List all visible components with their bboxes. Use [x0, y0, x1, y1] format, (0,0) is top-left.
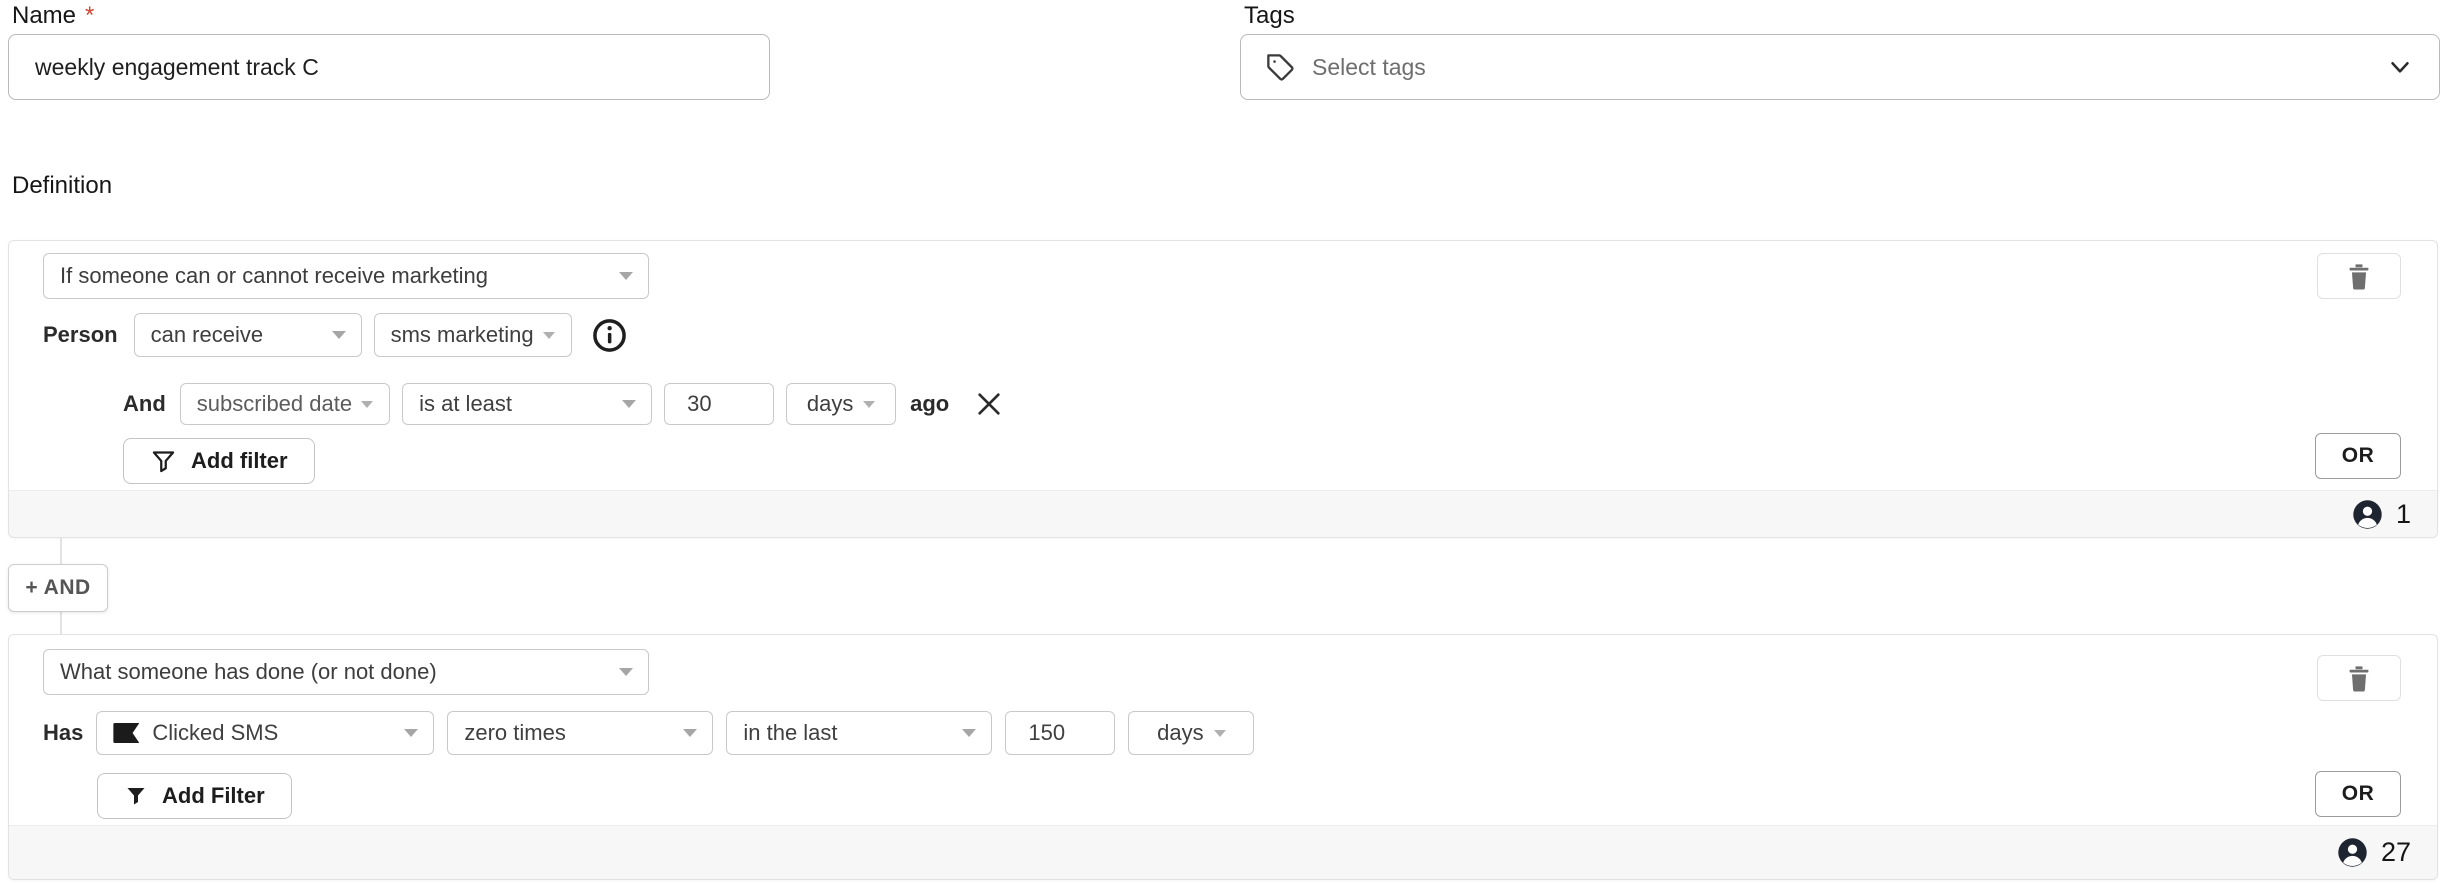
group-footer-2: 27 [9, 825, 2437, 879]
profile-count-icon [2352, 499, 2383, 530]
frequency-value: zero times [464, 720, 565, 746]
add-filter-button-1[interactable]: Add filter [123, 438, 315, 484]
time-property-select[interactable]: subscribed date [180, 383, 390, 425]
has-row-label: Has [43, 720, 83, 746]
time-operator-value: is at least [419, 391, 512, 417]
consent-verb-select[interactable]: can receive [134, 313, 362, 357]
dropdown-caret-icon [622, 400, 636, 408]
member-count: 1 [2396, 499, 2411, 530]
name-input[interactable] [8, 34, 770, 100]
condition-type-value: If someone can or cannot receive marketi… [60, 263, 488, 289]
condition-type-select-2[interactable]: What someone has done (or not done) [43, 649, 649, 695]
add-filter-label: Add Filter [162, 783, 265, 809]
add-filter-button-2[interactable]: Add Filter [97, 773, 292, 819]
tag-icon [1265, 52, 1296, 83]
event-select[interactable]: Clicked SMS [96, 711, 434, 755]
member-count: 27 [2381, 837, 2411, 868]
filter-icon-filled [124, 784, 148, 808]
condition-group-1: If someone can or cannot receive marketi… [8, 240, 2438, 538]
add-filter-label: Add filter [191, 448, 288, 474]
name-label-text: Name [12, 2, 76, 29]
time-operator-select[interactable]: is at least [402, 383, 652, 425]
dropdown-caret-icon [1214, 730, 1226, 737]
condition-type-value: What someone has done (or not done) [60, 659, 437, 685]
tags-select[interactable]: Select tags [1240, 34, 2440, 100]
person-row-label: Person [43, 322, 118, 348]
or-button-label: OR [2342, 444, 2375, 468]
time-unit-select[interactable]: days [786, 383, 896, 425]
trash-icon [2347, 263, 2371, 290]
consent-channel-select[interactable]: sms marketing [374, 313, 572, 357]
dropdown-caret-icon [962, 729, 976, 737]
and-connector-label: And [123, 391, 166, 417]
timeframe-unit-value: days [1157, 720, 1203, 746]
event-select-value-wrap: Clicked SMS [113, 720, 278, 746]
frequency-select[interactable]: zero times [447, 711, 713, 755]
trash-icon [2347, 665, 2371, 692]
consent-channel-value: sms marketing [391, 322, 534, 348]
segment-builder-page: Name * Tags Select tags Definition If som… [0, 0, 2446, 884]
close-icon [973, 388, 1005, 420]
time-property-value: subscribed date [197, 391, 352, 417]
time-value-input[interactable] [664, 383, 774, 425]
remove-time-filter-button[interactable] [973, 388, 1005, 420]
condition-group-2: What someone has done (or not done) Has … [8, 634, 2438, 880]
add-and-group-label: + AND [25, 576, 90, 600]
dropdown-caret-icon [619, 272, 633, 280]
or-button-1[interactable]: OR [2315, 433, 2401, 479]
dropdown-caret-icon [361, 401, 373, 408]
timeframe-value-input[interactable] [1005, 711, 1115, 755]
or-button-label: OR [2342, 782, 2375, 806]
add-and-group-button[interactable]: + AND [8, 564, 108, 612]
filter-icon [150, 448, 177, 475]
dropdown-caret-icon [404, 729, 418, 737]
or-button-2[interactable]: OR [2315, 771, 2401, 817]
time-unit-value: days [807, 391, 853, 417]
time-filter-row: And subscribed date is at least days ago [123, 383, 1005, 425]
sms-metric-icon [113, 723, 139, 743]
dropdown-caret-icon [619, 668, 633, 676]
dropdown-caret-icon [543, 332, 555, 339]
tags-label: Tags [1244, 2, 1295, 30]
event-condition-row: Has Clicked SMS zero times in the last d… [43, 711, 1254, 755]
timeframe-unit-select[interactable]: days [1128, 711, 1254, 755]
timeframe-select[interactable]: in the last [726, 711, 992, 755]
delete-group-button-1[interactable] [2317, 253, 2401, 299]
condition-type-select-1[interactable]: If someone can or cannot receive marketi… [43, 253, 649, 299]
dropdown-caret-icon [683, 729, 697, 737]
tags-placeholder: Select tags [1312, 54, 1426, 81]
consent-condition-row: Person can receive sms marketing [43, 313, 627, 357]
consent-verb-value: can receive [151, 322, 264, 348]
required-asterisk: * [85, 2, 94, 29]
dropdown-caret-icon [863, 401, 875, 408]
profile-count-icon [2337, 837, 2368, 868]
timeframe-value: in the last [743, 720, 837, 746]
definition-title: Definition [12, 172, 112, 200]
event-name-value: Clicked SMS [152, 720, 278, 746]
ago-label: ago [910, 391, 949, 417]
group-footer-1: 1 [9, 490, 2437, 537]
info-icon[interactable] [592, 318, 627, 353]
name-label: Name * [12, 2, 94, 30]
dropdown-caret-icon [332, 331, 346, 339]
delete-group-button-2[interactable] [2317, 655, 2401, 701]
chevron-down-icon [2385, 52, 2415, 82]
